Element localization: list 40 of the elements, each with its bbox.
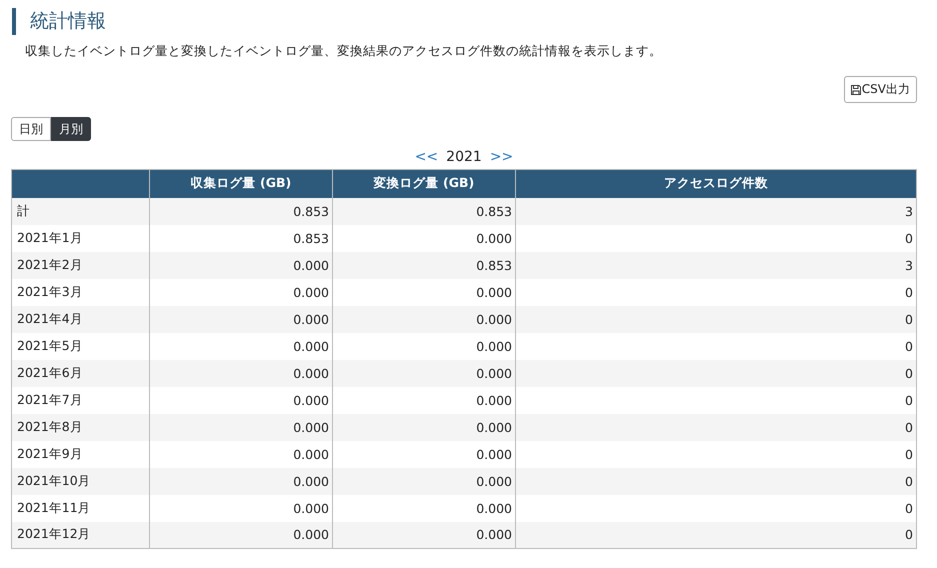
table-cell: 0.853 (332, 198, 516, 224)
table-cell: 0.000 (150, 522, 332, 548)
column-header: 収集ログ量 (GB) (150, 170, 332, 198)
table-cell: 0 (516, 360, 916, 386)
table-cell: 3 (516, 252, 916, 278)
table-cell: 0.000 (332, 414, 516, 440)
page-title: 統計情報 (30, 9, 106, 34)
table-cell: 0.000 (150, 360, 332, 386)
view-toggle-button[interactable]: 日別 (11, 117, 51, 141)
view-toggle-button[interactable]: 月別 (51, 117, 91, 141)
table-cell: 0.000 (150, 414, 332, 440)
table-cell: 3 (516, 198, 916, 224)
table-cell: 0.853 (332, 252, 516, 278)
table-cell: 2021年10月 (12, 468, 150, 494)
table-cell: 2021年8月 (12, 414, 150, 440)
column-header: 変換ログ量 (GB) (332, 170, 516, 198)
year-label: 2021 (446, 148, 482, 164)
table-cell: 計 (12, 198, 150, 224)
table-cell: 0 (516, 306, 916, 332)
table-cell: 0.853 (150, 198, 332, 224)
table-cell: 0.000 (150, 252, 332, 278)
column-header: アクセスログ件数 (516, 170, 916, 198)
table-cell: 2021年12月 (12, 522, 150, 548)
table-cell: 2021年6月 (12, 360, 150, 386)
next-year-link[interactable]: >> (490, 148, 514, 164)
table-cell: 0.000 (150, 468, 332, 494)
table-cell: 0.000 (332, 306, 516, 332)
save-icon (850, 84, 861, 94)
table-cell: 0 (516, 414, 916, 440)
table-cell: 0.000 (150, 306, 332, 332)
table-cell: 0.000 (332, 468, 516, 494)
table-cell: 2021年4月 (12, 306, 150, 332)
previous-year-link[interactable]: << (414, 148, 438, 164)
csv-export-button[interactable]: CSV出力 (844, 76, 917, 103)
table-cell: 0.000 (332, 360, 516, 386)
table-cell: 0.000 (332, 522, 516, 548)
table-cell: 2021年2月 (12, 252, 150, 278)
table-cell: 0 (516, 522, 916, 548)
table-cell: 0 (516, 468, 916, 494)
page-description: 収集したイベントログ量と変換したイベントログ量、変換結果のアクセスログ件数の統計情報を表示します。 (25, 42, 663, 60)
